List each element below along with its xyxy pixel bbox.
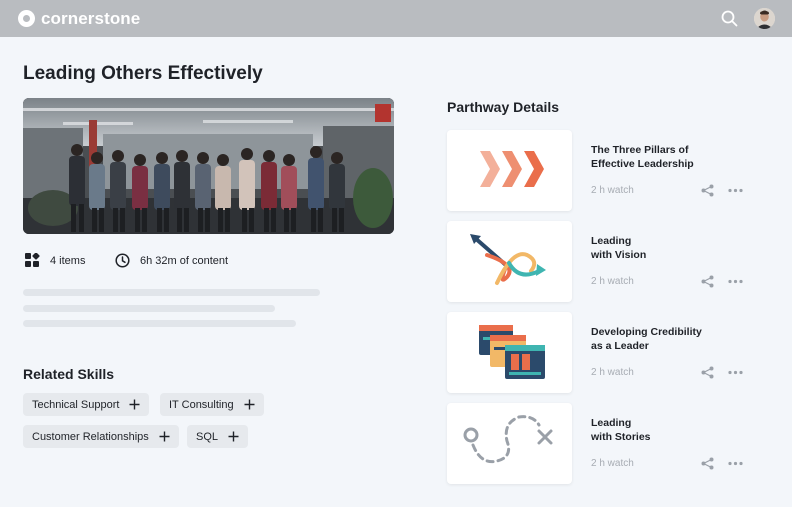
search-icon[interactable] [721,10,738,27]
brand-name: cornerstone [41,8,141,28]
items-count: 4 items [50,254,86,267]
cornerstone-logo-icon [18,10,35,27]
brand[interactable]: cornerstone [18,9,140,29]
avatar[interactable] [754,8,775,29]
more-options-icon[interactable] [728,461,743,466]
chevrons-icon [480,151,544,187]
page-title: Leading Others Effectively [23,63,263,84]
content-duration: 6h 32m of content [140,254,229,267]
more-options-icon[interactable] [728,370,743,375]
hero-image [23,98,394,234]
course-thumbnail[interactable] [447,130,572,211]
skill-chip-label: IT Consulting [169,398,234,411]
skill-chip-sql[interactable]: SQL [187,425,249,448]
plus-icon [129,399,140,410]
course-thumbnail[interactable] [447,312,572,393]
course-title[interactable]: Leading with Vision [591,234,731,262]
skill-chip-it-consulting[interactable]: IT Consulting [160,393,264,416]
course-duration: 2 h watch [591,458,634,469]
course-title[interactable]: The Three Pillars of Effective Leadershi… [591,143,731,171]
share-icon[interactable] [701,366,714,379]
course-title[interactable]: Leading with Stories [591,416,731,444]
skill-chip-label: Customer Relationships [32,430,149,443]
plus-icon [228,431,239,442]
description-placeholder-line [23,289,320,296]
path-icon [463,415,553,464]
items-meta: 4 items [25,253,85,268]
windows-icon [479,325,545,379]
parthway-details-title: Parthway Details [447,99,560,115]
course-thumbnail[interactable] [447,221,572,302]
skill-chip-label: SQL [196,430,219,443]
skill-chip-technical-support[interactable]: Technical Support [23,393,150,416]
share-icon[interactable] [701,457,714,470]
share-icon[interactable] [701,184,714,197]
arrows-icon [470,234,546,285]
more-options-icon[interactable] [728,279,743,284]
course-duration: 2 h watch [591,367,634,378]
top-bar: cornerstone [0,0,792,37]
plus-icon [159,431,170,442]
share-icon[interactable] [701,275,714,288]
duration-meta: 6h 32m of content [115,253,228,268]
more-options-icon[interactable] [728,188,743,193]
skill-chip-customer-relationships[interactable]: Customer Relationships [23,425,179,448]
description-placeholder-line [23,305,275,312]
skill-chip-label: Technical Support [32,398,120,411]
related-skills-title: Related Skills [23,366,115,382]
plus-icon [244,399,255,410]
course-duration: 2 h watch [591,276,634,287]
course-title[interactable]: Developing Credibility as a Leader [591,325,731,353]
description-placeholder-line [23,320,296,327]
course-duration: 2 h watch [591,185,634,196]
course-thumbnail[interactable] [447,403,572,484]
grid-icon [25,253,40,267]
clock-icon [115,253,130,268]
